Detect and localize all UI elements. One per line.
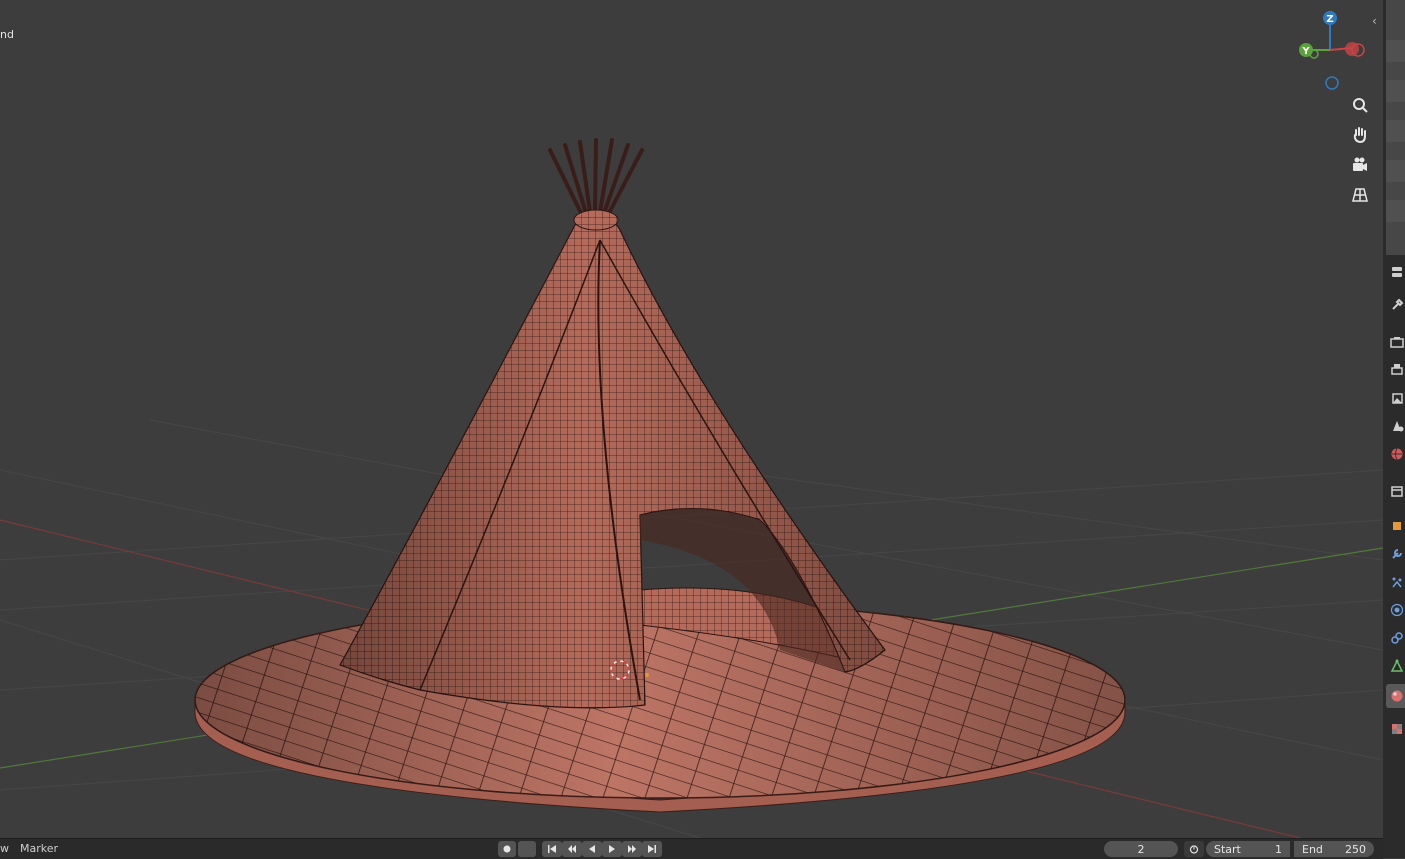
printer-icon	[1391, 364, 1403, 375]
sidebar-tab[interactable]	[1386, 40, 1405, 62]
prev-keyframe-button[interactable]	[562, 841, 582, 857]
grid-perspective-icon[interactable]	[1347, 182, 1373, 208]
camera-back-icon	[1390, 337, 1404, 348]
constraints-tab[interactable]	[1386, 626, 1405, 650]
stopwatch-icon	[1189, 845, 1199, 854]
output-tab[interactable]	[1386, 358, 1405, 382]
play-reverse-icon	[589, 845, 595, 853]
object-origin	[645, 673, 649, 677]
collection-tab[interactable]	[1386, 479, 1405, 503]
preview-range-button[interactable]	[1184, 841, 1204, 857]
sidebar-tab[interactable]	[1386, 80, 1405, 102]
start-frame-field[interactable]: Start 1	[1206, 841, 1290, 857]
jump-start-button[interactable]	[542, 841, 562, 857]
checker-texture-icon	[1392, 724, 1402, 734]
camera-icon[interactable]	[1347, 152, 1373, 178]
material-tab[interactable]	[1386, 684, 1405, 708]
world-tab[interactable]	[1386, 442, 1405, 466]
play-button[interactable]	[602, 841, 622, 857]
collection-box-icon	[1391, 486, 1403, 497]
view-layer-tab[interactable]	[1386, 386, 1405, 410]
platform-mesh	[194, 601, 1126, 813]
start-label: Start	[1214, 842, 1241, 856]
jump-end-button[interactable]	[642, 841, 662, 857]
record-icon	[503, 845, 511, 853]
tool-tab[interactable]	[1386, 293, 1405, 317]
sidebar-tab[interactable]	[1386, 120, 1405, 142]
wrench-icon	[1392, 549, 1402, 559]
scene-cone-icon	[1393, 421, 1404, 432]
hand-pan-icon[interactable]	[1347, 122, 1373, 148]
navigation-gizmo[interactable]: Z Y	[1290, 8, 1370, 98]
jump-end-icon	[648, 845, 656, 853]
record-button[interactable]	[498, 841, 516, 857]
world-globe-icon	[1391, 448, 1403, 460]
prev-keyframe-icon	[568, 845, 576, 853]
play-reverse-button[interactable]	[582, 841, 602, 857]
data-tab[interactable]	[1386, 654, 1405, 678]
next-keyframe-icon	[628, 845, 636, 853]
sidebar-tab[interactable]	[1386, 160, 1405, 182]
tent-poles	[548, 138, 644, 217]
next-keyframe-button[interactable]	[622, 841, 642, 857]
tent-tie	[573, 209, 619, 231]
end-frame-field[interactable]: End 250	[1294, 841, 1374, 857]
end-label: End	[1302, 842, 1323, 856]
end-value: 250	[1345, 842, 1366, 856]
timeline-header: w Marker 2 Start 1 End 250	[0, 838, 1383, 859]
start-value: 1	[1275, 842, 1282, 856]
particles-tab[interactable]	[1386, 570, 1405, 594]
material-sphere-icon	[1391, 690, 1403, 702]
current-frame-field[interactable]: 2	[1104, 841, 1178, 857]
image-stack-icon	[1392, 393, 1403, 404]
texture-tab[interactable]	[1386, 717, 1405, 741]
3d-viewport[interactable]: nd Z Y ‹	[0, 0, 1383, 838]
tent-mesh	[339, 218, 886, 709]
jump-start-icon	[548, 845, 556, 853]
mesh-triangle-icon	[1390, 659, 1404, 672]
sidebar-toggle-icon[interactable]: ‹	[1372, 14, 1377, 28]
marker-menu[interactable]: Marker	[20, 842, 58, 855]
modifier-tab[interactable]	[1386, 542, 1405, 566]
viewport-scene	[0, 138, 1383, 838]
object-tab[interactable]	[1386, 514, 1405, 538]
play-icon	[609, 845, 615, 853]
scene-tab[interactable]	[1386, 414, 1405, 438]
physics-tab[interactable]	[1386, 598, 1405, 622]
keying-button[interactable]	[518, 841, 536, 857]
sidebar-tab[interactable]	[1386, 200, 1405, 222]
viewport-header-text: nd	[0, 28, 14, 41]
object-square-icon	[1393, 522, 1401, 530]
render-tab[interactable]	[1386, 330, 1405, 354]
view-menu[interactable]: w	[0, 842, 9, 855]
constraint-link-icon	[1391, 632, 1403, 644]
physics-orbit-icon	[1390, 603, 1404, 617]
editor-type-icon[interactable]	[1386, 260, 1405, 284]
gizmo-y-label: Y	[1301, 46, 1310, 57]
wrench-tool-icon	[1392, 298, 1404, 310]
zoom-icon[interactable]	[1347, 92, 1373, 118]
particles-icon	[1392, 577, 1402, 588]
gizmo-z-label: Z	[1326, 14, 1333, 25]
